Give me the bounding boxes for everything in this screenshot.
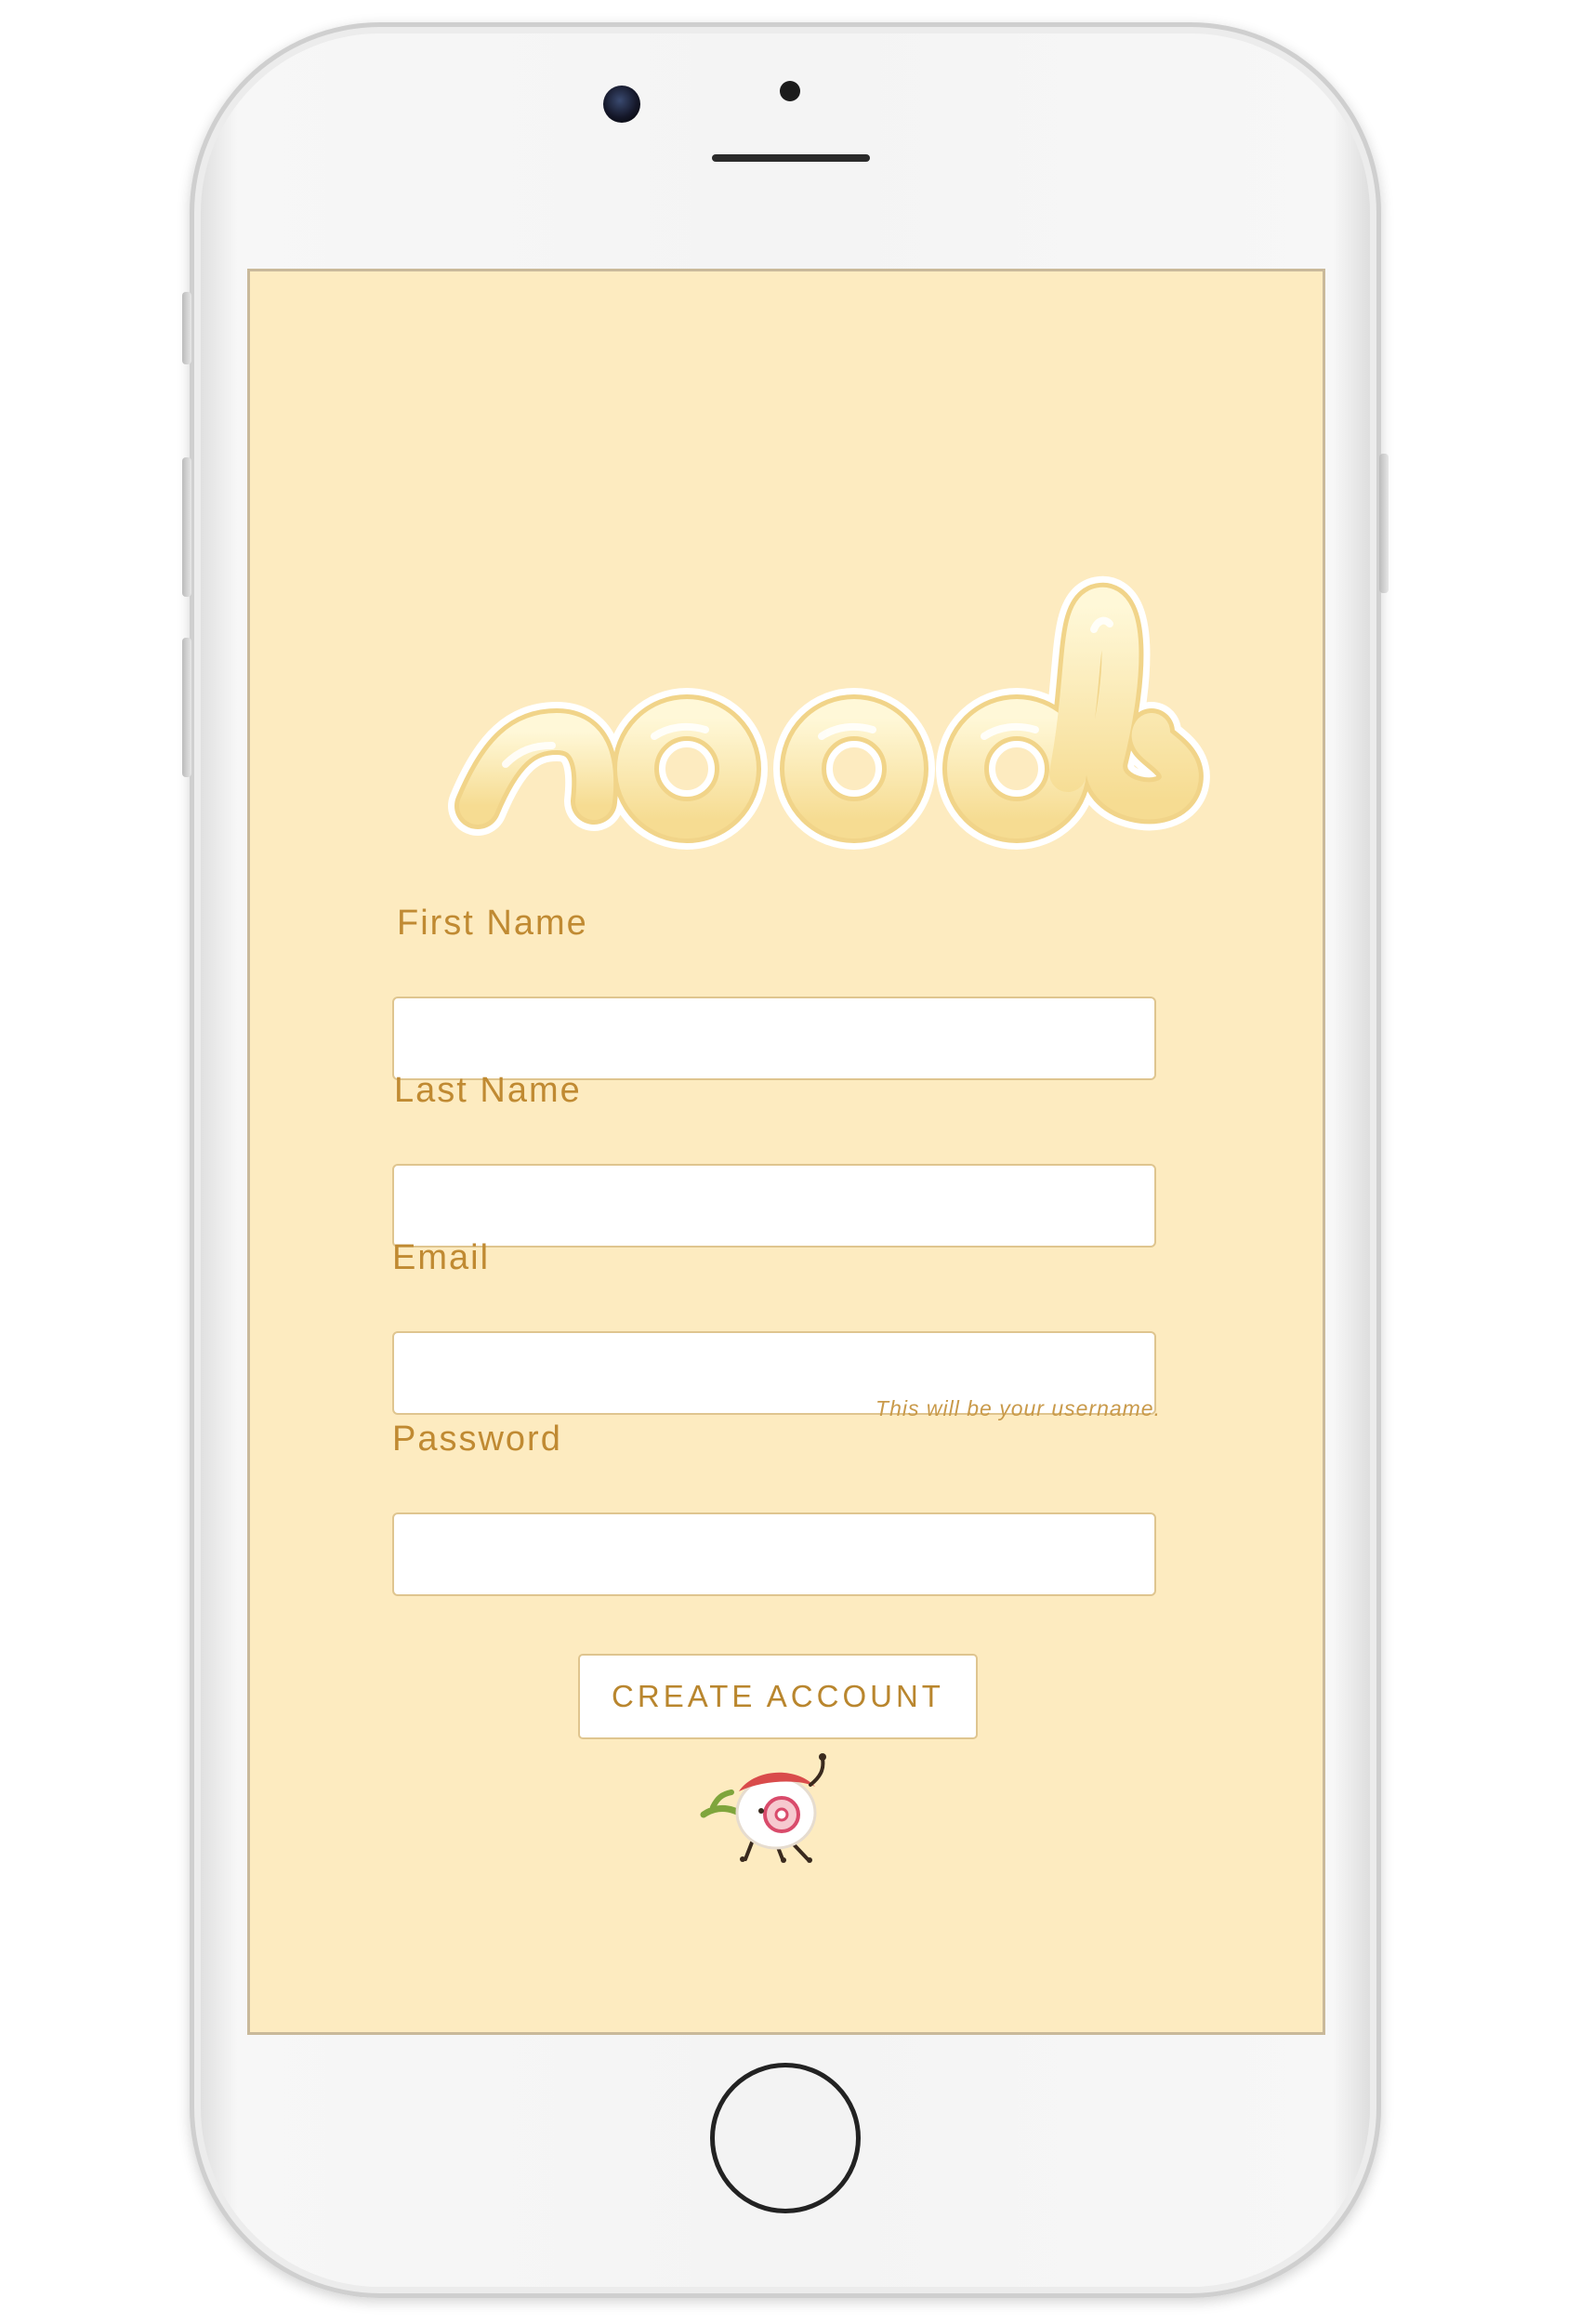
power-button — [1379, 454, 1389, 593]
camera-icon — [603, 86, 640, 123]
password-label: Password — [392, 1419, 562, 1459]
mute-switch — [182, 292, 191, 364]
speaker-grille — [712, 154, 870, 162]
last-name-input[interactable] — [392, 1164, 1156, 1248]
volume-up-button — [182, 457, 191, 597]
email-label: Email — [392, 1238, 491, 1277]
stage: First Name Last Name Email This will be … — [0, 0, 1580, 2324]
app-screen: First Name Last Name Email This will be … — [247, 269, 1325, 2035]
first-name-label: First Name — [397, 904, 588, 943]
email-hint: This will be your username. — [876, 1396, 1161, 1420]
first-name-input[interactable] — [392, 997, 1156, 1080]
volume-down-button — [182, 638, 191, 777]
phone-frame: First Name Last Name Email This will be … — [182, 22, 1389, 2298]
password-input[interactable] — [392, 1512, 1156, 1596]
noods-logo — [448, 575, 1210, 850]
last-name-label: Last Name — [394, 1071, 582, 1110]
mascot-icon — [700, 1753, 826, 1863]
sensor-icon — [780, 81, 800, 101]
home-button[interactable] — [710, 2063, 861, 2213]
create-account-button[interactable]: CREATE ACCOUNT — [578, 1654, 978, 1739]
